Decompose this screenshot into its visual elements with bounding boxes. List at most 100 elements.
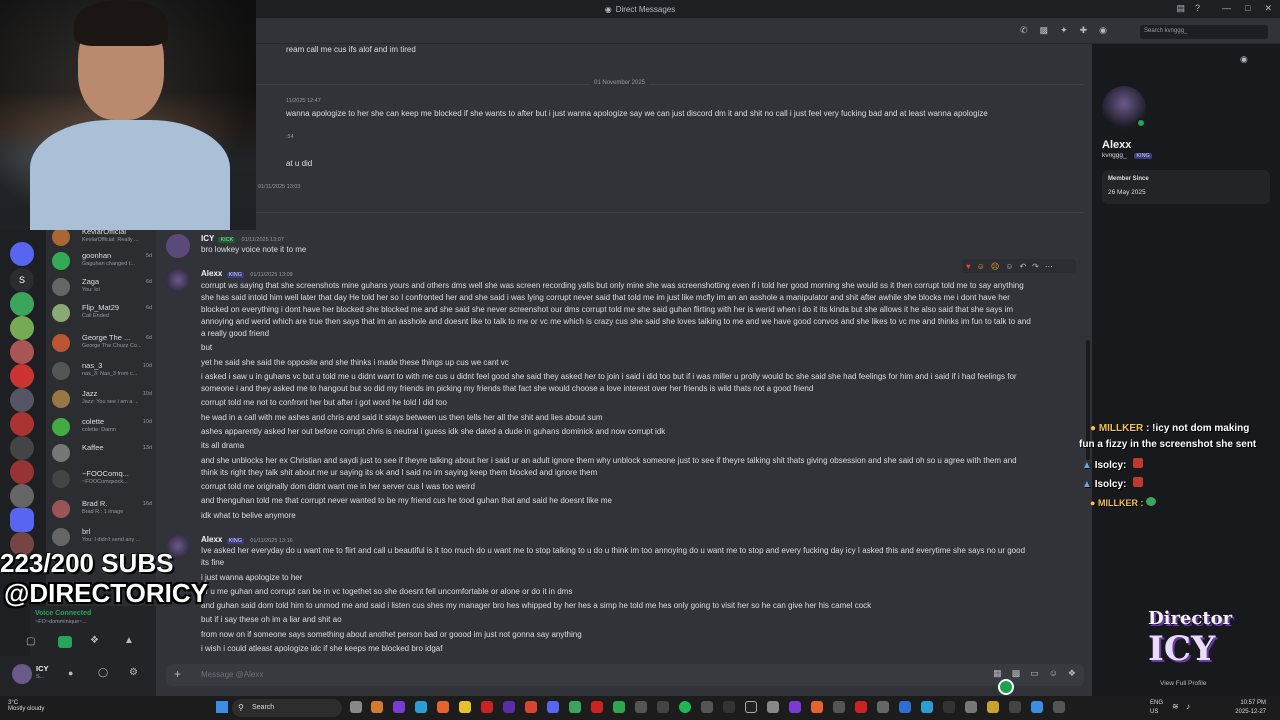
author-name[interactable]: Alexx	[201, 535, 222, 544]
discord-icon[interactable]	[547, 701, 559, 713]
server-icon[interactable]	[10, 436, 34, 460]
apps-icon[interactable]: ▦	[993, 668, 1002, 679]
laugh-reaction-icon[interactable]: ☺	[977, 262, 985, 271]
gif-icon[interactable]: ▭	[1030, 668, 1039, 679]
language-indicator[interactable]: ENG US	[1150, 699, 1163, 717]
grammarly-icon[interactable]	[998, 679, 1014, 695]
dm-item[interactable]: Jazz Jazz: You see i am a ... 10d	[50, 388, 152, 410]
wifi-icon[interactable]: ≋	[1172, 702, 1179, 711]
app-icon[interactable]	[811, 701, 823, 713]
reply-icon[interactable]: ↶	[1019, 262, 1026, 271]
server-icon[interactable]	[10, 460, 34, 484]
app-icon[interactable]	[393, 701, 405, 713]
sad-reaction-icon[interactable]: ☹	[991, 262, 999, 271]
author-name[interactable]: ICY	[201, 234, 214, 243]
folder-icon[interactable]	[10, 508, 34, 532]
more-icon[interactable]: ⋯	[1045, 262, 1053, 271]
dm-item[interactable]: George The ... George The Chuzz Co... 6d	[50, 332, 152, 354]
app-icon[interactable]	[613, 701, 625, 713]
edge-icon[interactable]	[415, 701, 427, 713]
volume-icon[interactable]: ♪	[1186, 702, 1190, 711]
close-button[interactable]: ✕	[1264, 3, 1272, 14]
chrome-icon[interactable]	[569, 701, 581, 713]
firefox-icon[interactable]	[437, 701, 449, 713]
app-icon[interactable]	[481, 701, 493, 713]
gift-icon[interactable]: ▩	[1012, 668, 1021, 679]
search-input[interactable]: Search kvnggg_	[1140, 25, 1268, 39]
windows-start-icon[interactable]	[216, 701, 228, 713]
avatar[interactable]	[12, 664, 32, 684]
dm-item[interactable]: ~FOOComq... ~FOOComqsock...	[50, 468, 152, 490]
help-icon[interactable]: ?	[1195, 3, 1200, 14]
mic-icon[interactable]: ●	[68, 668, 73, 678]
app-icon[interactable]	[635, 701, 647, 713]
dm-item[interactable]: Brad R. Brad R.: 1 image 16d	[50, 498, 152, 520]
avatar[interactable]	[166, 268, 190, 292]
steam-icon[interactable]	[899, 701, 911, 713]
app-icon[interactable]	[943, 701, 955, 713]
forward-icon[interactable]: ↷	[1032, 262, 1039, 271]
heart-reaction-icon[interactable]: ♥	[966, 262, 971, 271]
mute-video-icon[interactable]: ▢	[26, 636, 35, 647]
inbox-icon[interactable]: ▤	[1176, 3, 1185, 14]
dm-item[interactable]: Flip_Mat29 Call Ended 6d	[50, 302, 152, 324]
dm-item[interactable]: brl You: I didn't send any ...	[50, 526, 152, 548]
add-reaction-icon[interactable]: ☺	[1005, 262, 1013, 271]
app-icon[interactable]	[855, 701, 867, 713]
server-icon[interactable]	[10, 340, 34, 364]
dm-item[interactable]: nas_3 nas_3: Nas_3 from c... 10d	[50, 360, 152, 382]
settings-gear-icon[interactable]: ⚙	[129, 667, 138, 678]
app-icon[interactable]	[591, 701, 603, 713]
avatar[interactable]	[166, 234, 190, 258]
app-icon[interactable]	[1031, 701, 1043, 713]
app-icon[interactable]	[701, 701, 713, 713]
server-icon[interactable]	[10, 412, 34, 436]
app-icon[interactable]	[1053, 701, 1065, 713]
app-icon[interactable]	[503, 701, 515, 713]
sticker-icon[interactable]: ☺	[1049, 668, 1058, 679]
server-icon[interactable]	[10, 242, 34, 266]
server-icon[interactable]	[10, 292, 34, 316]
activities-icon[interactable]: ❖	[90, 635, 99, 646]
app-icon[interactable]	[789, 701, 801, 713]
pinned-icon[interactable]: ✦	[1060, 25, 1068, 36]
dm-item[interactable]: colette colette: Damn 10d	[50, 416, 152, 438]
app-icon[interactable]	[877, 701, 889, 713]
dm-item[interactable]: goonhan Gaguhan changed t... 5d	[50, 250, 152, 272]
server-icon[interactable]	[10, 484, 34, 508]
taskbar-search[interactable]: ⚲ Search	[232, 699, 342, 717]
server-icon[interactable]	[10, 364, 34, 388]
app-icon[interactable]	[657, 701, 669, 713]
attach-plus-icon[interactable]: +	[174, 667, 181, 681]
app-icon[interactable]	[1009, 701, 1021, 713]
profile-action-icon[interactable]: ◉	[1240, 54, 1248, 65]
message-composer[interactable]: + Message @Alexx ▦ ▩ ▭ ☺ ❖	[166, 664, 1084, 686]
soundboard-icon[interactable]: ▲	[124, 635, 134, 646]
message-input[interactable]: Message @Alexx	[201, 670, 263, 679]
maximize-button[interactable]: □	[1245, 3, 1250, 14]
profile-toggle-icon[interactable]: ◉	[1099, 25, 1107, 36]
app-icon[interactable]	[921, 701, 933, 713]
view-full-profile-link[interactable]: View Full Profile	[1160, 680, 1206, 687]
server-icon[interactable]	[10, 388, 34, 412]
weather-widget[interactable]: 3°C Mostly cloudy	[8, 700, 44, 712]
voice-call-icon[interactable]: ✆	[1020, 25, 1028, 36]
app-icon[interactable]	[723, 701, 735, 713]
minimize-button[interactable]: —	[1222, 3, 1231, 14]
taskbar-clock[interactable]: 10:57 PM 2025-12-27	[1235, 699, 1266, 717]
app-icon[interactable]	[767, 701, 779, 713]
emoji-icon[interactable]: ❖	[1068, 668, 1076, 679]
author-name[interactable]: Alexx	[201, 269, 222, 278]
add-friend-icon[interactable]: ✚	[1080, 25, 1088, 36]
task-view-icon[interactable]	[350, 701, 362, 713]
file-explorer-icon[interactable]	[459, 701, 471, 713]
video-call-icon[interactable]: ▩	[1040, 25, 1049, 36]
server-icon-s[interactable]: S	[10, 268, 34, 292]
app-icon[interactable]	[987, 701, 999, 713]
app-icon[interactable]	[833, 701, 845, 713]
app-icon[interactable]	[965, 701, 977, 713]
server-icon[interactable]	[10, 316, 34, 340]
app-icon[interactable]	[371, 701, 383, 713]
app-icon[interactable]	[745, 701, 757, 713]
app-icon[interactable]	[525, 701, 537, 713]
